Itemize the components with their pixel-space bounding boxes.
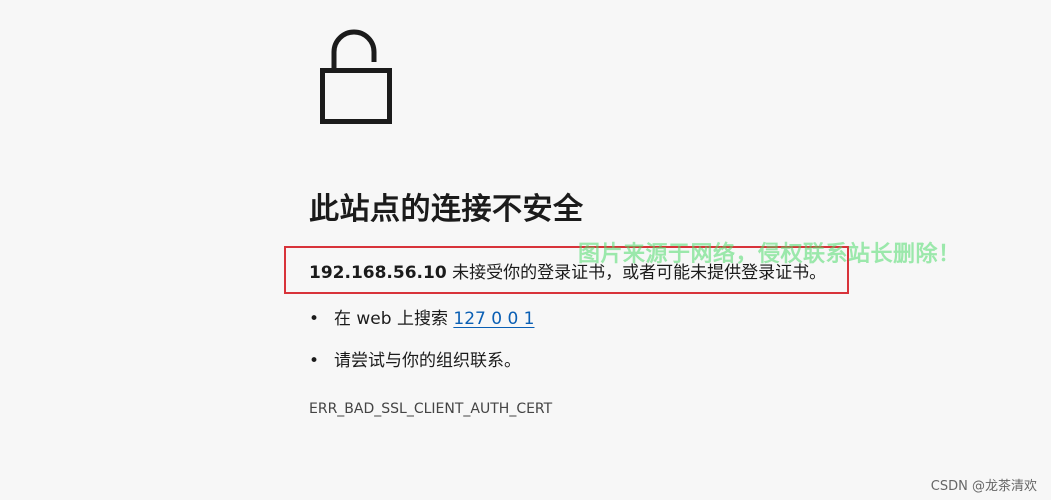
page-title: 此站点的连接不安全 [309,192,584,227]
error-page: 此站点的连接不安全 192.168.56.10 未接受你的登录证书，或者可能未提… [0,0,1051,500]
list-item: • 在 web 上搜索 127 0 0 1 [309,304,534,332]
list-item: • 请尝试与你的组织联系。 [309,346,534,374]
contact-organization-text: 请尝试与你的组织联系。 [334,351,521,371]
bullet-icon: • [309,309,320,329]
web-search-link[interactable]: 127 0 0 1 [453,309,534,329]
unlocked-padlock-icon [320,29,392,124]
credit-text: CSDN @龙茶清欢 [930,479,1037,494]
suggestion-list: • 在 web 上搜索 127 0 0 1 • 请尝试与你的组织联系。 [309,304,534,388]
host-address: 192.168.56.10 [309,263,447,283]
search-prefix-text: 在 web 上搜索 [334,309,454,329]
bullet-icon: • [309,351,320,371]
watermark-text: 图片来源于网络，侵权联系站长删除！ [578,242,961,267]
error-code: ERR_BAD_SSL_CLIENT_AUTH_CERT [309,401,553,417]
